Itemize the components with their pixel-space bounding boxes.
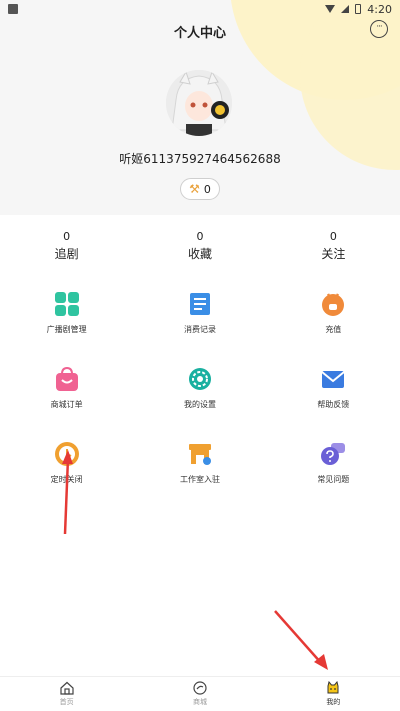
nav-label: 商城: [192, 698, 207, 706]
battery-icon: [355, 4, 362, 14]
grid-tiles-icon: [54, 292, 79, 316]
menu-label: 我的设置: [183, 400, 216, 409]
menu-label: 帮助反馈: [317, 400, 350, 409]
user-name: 听姬611375927464562688: [119, 152, 281, 166]
nav-mine[interactable]: 我的: [267, 677, 400, 711]
menu-timer-close[interactable]: 定时关闭: [0, 440, 133, 485]
menu-label: 常见问题: [317, 475, 350, 484]
menu-label: 定时关闭: [50, 475, 83, 484]
shopping-bag-icon: [55, 366, 78, 391]
receipt-icon: [189, 293, 210, 315]
key-icon: ⚒: [189, 182, 200, 196]
menu-studio-join[interactable]: 工作室入驻: [133, 440, 266, 485]
page-title: 个人中心: [173, 26, 226, 41]
clock-timer-icon: [54, 442, 79, 466]
menu-radio-drama-manage[interactable]: 广播剧管理: [0, 290, 133, 335]
stat-following-dramas[interactable]: 0 追剧: [0, 230, 133, 262]
key-count: 0: [203, 182, 211, 196]
nav-label: 首页: [59, 698, 74, 706]
menu-label: 工作室入驻: [179, 475, 220, 484]
menu-my-settings[interactable]: 我的设置: [133, 365, 266, 410]
nav-label: 我的: [326, 698, 341, 706]
notification-icon: [8, 4, 18, 14]
menu-label: 广播剧管理: [46, 325, 87, 334]
home-icon: [60, 681, 74, 695]
menu-faq[interactable]: 常见问题: [267, 440, 400, 485]
menu-mall-orders[interactable]: 商城订单: [0, 365, 133, 410]
message-icon[interactable]: ···: [370, 20, 388, 38]
stat-follows[interactable]: 0 关注: [267, 230, 400, 262]
bottom-navigation: 首页 商城 我的: [0, 676, 400, 711]
stat-favorites[interactable]: 0 收藏: [133, 230, 266, 262]
settings-gear-icon: [188, 368, 211, 390]
shop-icon: [188, 444, 211, 465]
menu-label: 商城订单: [50, 400, 83, 409]
avatar[interactable]: [166, 70, 232, 136]
signal-icon: [341, 5, 350, 13]
stat-label: 关注: [321, 247, 346, 261]
stat-label: 收藏: [187, 247, 212, 261]
nav-mall[interactable]: 商城: [133, 677, 266, 711]
menu-consumption-records[interactable]: 消费记录: [133, 290, 266, 335]
annotation-arrow-down: [274, 610, 328, 670]
stat-value: 0: [63, 230, 71, 243]
menu-label: 充值: [325, 325, 342, 334]
menu-label: 消费记录: [183, 325, 216, 334]
faq-chat-icon: [321, 443, 346, 465]
store-icon: [193, 681, 207, 695]
menu-grid: 广播剧管理 消费记录 充值 商城订单 我的设置 帮助反馈 定时关闭 工作室入驻 …: [0, 290, 400, 485]
key-balance-badge[interactable]: ⚒ 0: [180, 178, 220, 200]
stats-row: 0 追剧 0 收藏 0 关注: [0, 230, 400, 262]
wifi-icon: [325, 5, 336, 13]
mail-icon: [321, 371, 345, 388]
stat-value: 0: [196, 230, 204, 243]
menu-recharge[interactable]: 充值: [267, 290, 400, 335]
menu-help-feedback[interactable]: 帮助反馈: [267, 365, 400, 410]
nav-home[interactable]: 首页: [0, 677, 133, 711]
status-time: 4:20: [367, 2, 392, 16]
stat-value: 0: [329, 230, 337, 243]
recharge-icon: [322, 293, 345, 316]
cat-profile-icon: [327, 681, 339, 694]
status-bar: 4:20: [0, 0, 400, 18]
stat-label: 追剧: [54, 247, 79, 261]
